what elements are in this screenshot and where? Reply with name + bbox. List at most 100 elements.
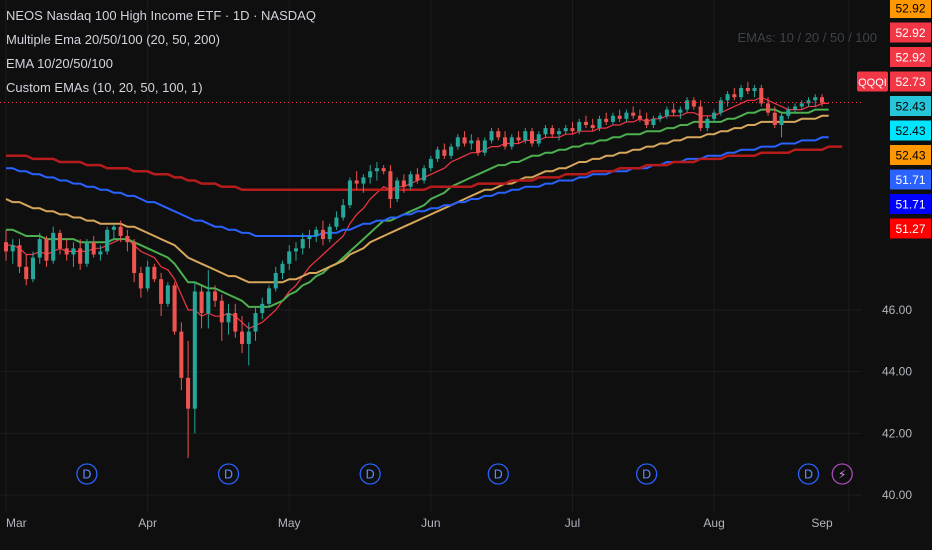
candle-body — [260, 303, 265, 314]
candle-body — [320, 229, 325, 240]
candle-body — [98, 251, 103, 255]
candle-body — [334, 217, 339, 227]
price-tag-value: 52.92 — [895, 51, 925, 65]
price-tag: 52.43 — [890, 120, 931, 141]
candle-body — [253, 313, 258, 332]
candle — [44, 236, 49, 267]
time-axis[interactable]: Mar Apr May Jun Jul Aug Sep — [0, 512, 932, 550]
ema-lines — [5, 96, 843, 330]
candle-body — [30, 257, 35, 280]
candle — [745, 81, 750, 95]
x-tick-label: Sep — [811, 516, 833, 530]
candle-body — [752, 88, 757, 92]
price-tag: 52.73 QQQI — [857, 71, 931, 92]
candle — [509, 134, 514, 150]
price-tag-value: 52.43 — [895, 124, 925, 138]
candle — [813, 94, 818, 107]
candle-body — [280, 263, 285, 273]
y-tick-label: 42.00 — [882, 426, 912, 440]
indicator-multiple-ema[interactable]: Multiple Ema 20/50/100 (20, 50, 200) — [6, 32, 220, 47]
candle — [314, 226, 319, 243]
candle-body — [293, 248, 299, 252]
price-tag: 51.27 — [890, 218, 931, 239]
candle — [219, 294, 224, 341]
candle — [759, 84, 764, 107]
candle — [327, 223, 332, 243]
candle-body — [604, 118, 609, 122]
candle — [334, 211, 339, 230]
event-label: ⚡ — [838, 468, 846, 482]
candle — [30, 251, 35, 283]
candle — [691, 97, 696, 110]
candle-body — [226, 313, 231, 323]
candle-body — [671, 109, 676, 113]
candle-body — [111, 226, 116, 230]
candle-body — [314, 229, 319, 236]
indicator-ema-10-20-50-100[interactable]: EMA 10/20/50/100 — [6, 56, 113, 71]
price-tag: 51.71 — [890, 169, 931, 190]
dividend-event-icon[interactable]: D — [217, 463, 240, 485]
candle — [354, 171, 359, 190]
candle-body — [266, 288, 272, 304]
x-tick-label: Apr — [138, 516, 157, 530]
candle — [64, 239, 69, 261]
candle — [51, 226, 56, 264]
candle-body — [172, 285, 177, 332]
candle — [186, 340, 191, 458]
chart-title[interactable]: NEOS Nasdaq 100 High Income ETF · 1D · N… — [6, 8, 316, 23]
dividend-event-icon[interactable]: D — [636, 463, 658, 485]
candle-body — [132, 242, 137, 273]
candle-body — [361, 177, 366, 184]
candle-body — [408, 174, 413, 187]
dividend-event-icon[interactable]: D — [487, 463, 509, 485]
candle-body — [57, 232, 62, 249]
candle-body — [691, 100, 696, 107]
candle-body — [118, 226, 123, 236]
split-event-icon[interactable]: ⚡ — [831, 463, 853, 485]
candle — [739, 84, 744, 101]
y-tick-label: 46.00 — [882, 303, 912, 317]
candle — [374, 162, 379, 181]
candle-body — [51, 232, 56, 261]
candle-body — [786, 109, 791, 116]
candle-body — [219, 300, 224, 323]
candle-body — [678, 109, 683, 113]
candle — [799, 100, 804, 110]
candle — [84, 239, 89, 267]
candle-body — [10, 245, 15, 252]
candle-body — [3, 242, 9, 252]
price-tag: 52.92 — [890, 47, 931, 67]
candle-body — [523, 131, 528, 141]
event-markers: D D D D D D ⚡ — [76, 463, 853, 485]
candle — [10, 239, 15, 264]
candle-body — [698, 106, 703, 129]
candle-body — [179, 331, 184, 378]
candle — [78, 239, 83, 270]
candle — [725, 91, 730, 107]
candle — [779, 112, 784, 138]
dividend-event-icon[interactable]: D — [76, 463, 98, 485]
candle-body — [91, 242, 96, 255]
candle — [570, 121, 575, 135]
event-label: D — [366, 468, 375, 482]
candle-body — [17, 245, 22, 267]
candle-body — [341, 205, 346, 218]
candle — [631, 106, 636, 119]
candle-body — [759, 88, 764, 104]
candle — [732, 88, 737, 101]
candle-body — [577, 121, 582, 132]
candle — [246, 322, 251, 366]
candle — [347, 177, 352, 209]
candle — [381, 165, 386, 175]
indicator-custom-emas[interactable]: Custom EMAs (10, 20, 50, 100, 1) — [6, 80, 203, 95]
dividend-event-icon[interactable]: D — [797, 463, 820, 485]
candle-body — [159, 279, 164, 304]
dividend-event-icon[interactable]: D — [359, 463, 381, 485]
candle-body — [793, 106, 798, 110]
candle-body — [84, 242, 89, 264]
candle-body — [415, 174, 420, 181]
candle-body — [435, 149, 440, 159]
candle — [685, 97, 690, 113]
candle — [651, 115, 656, 129]
candle — [388, 165, 393, 209]
